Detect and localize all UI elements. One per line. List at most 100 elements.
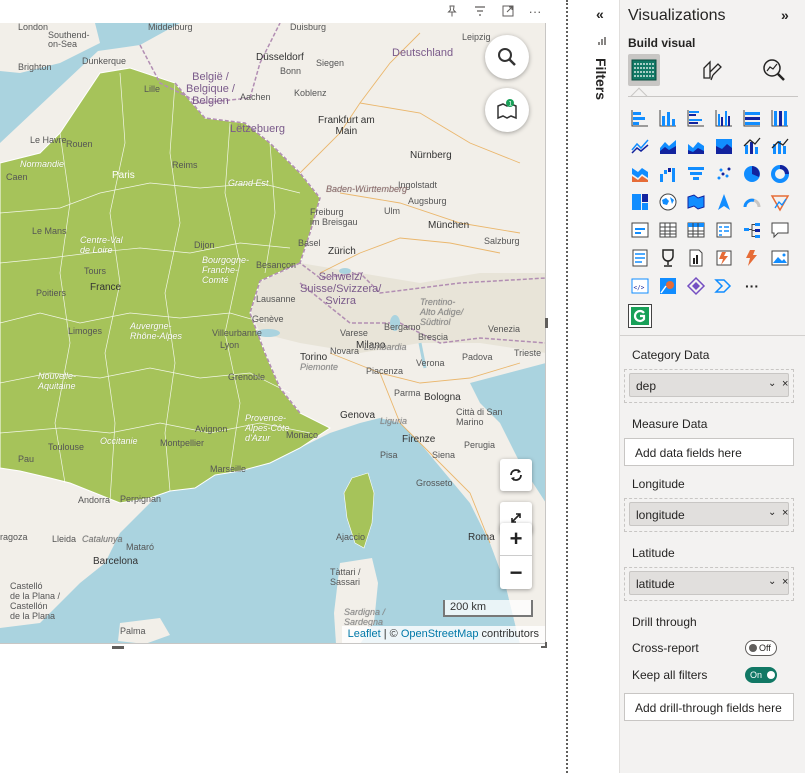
toggle-knob	[749, 644, 757, 652]
100-stacked-column-chart-icon[interactable]	[768, 106, 792, 130]
stacked-column-chart-icon[interactable]	[656, 106, 680, 130]
clustered-column-chart-icon[interactable]	[712, 106, 736, 130]
remove-field-icon[interactable]: ×	[782, 507, 788, 519]
map-label-andorra: Andorra	[78, 495, 111, 505]
map-label-novara: Novara	[330, 346, 360, 356]
map-label-le-mans: Le Mans	[32, 226, 67, 236]
power-automate-icon[interactable]	[740, 246, 764, 270]
leaflet-link[interactable]: Leaflet	[348, 628, 381, 640]
measure-data-title: Measure Data	[632, 417, 708, 431]
line-chart-icon[interactable]	[628, 134, 652, 158]
pie-chart-icon[interactable]	[740, 162, 764, 186]
zoom-out-button[interactable]: −	[500, 556, 532, 589]
slicer-icon[interactable]	[712, 218, 736, 242]
chevron-down-icon[interactable]: ⌄	[768, 378, 776, 389]
field-name: latitude	[636, 577, 675, 591]
treemap-icon[interactable]	[628, 190, 652, 214]
filters-collapse-button[interactable]: «	[596, 6, 604, 22]
key-influencers-icon[interactable]	[656, 246, 680, 270]
remove-field-icon[interactable]: ×	[782, 576, 788, 588]
more-options-icon[interactable]: ···	[526, 2, 544, 20]
html-content-icon[interactable]: </>	[628, 274, 652, 298]
focus-mode-icon[interactable]	[499, 2, 517, 20]
category-data-well[interactable]: dep ⌄ ×	[624, 369, 794, 403]
pin-icon[interactable]	[443, 2, 461, 20]
cross-report-toggle[interactable]: Off	[745, 640, 777, 656]
drill-through-drop-zone[interactable]: Add drill-through fields here	[624, 693, 794, 721]
map-label-deutschland: Deutschland	[392, 47, 454, 59]
map-visual[interactable]: London Southend- on-Sea Brighton Dunkerq…	[0, 23, 546, 644]
mode-divider	[628, 96, 798, 97]
kpi-icon[interactable]	[768, 190, 792, 214]
resize-handle-right[interactable]	[545, 318, 548, 328]
latitude-well[interactable]: latitude ⌄ ×	[624, 567, 794, 601]
waterfall-chart-icon[interactable]	[656, 162, 680, 186]
funnel-chart-icon[interactable]	[684, 162, 708, 186]
map-label-sardegna: Sardigna / Sardegna	[344, 607, 386, 627]
longitude-well[interactable]: longitude ⌄ ×	[624, 498, 794, 532]
build-visual-label: Build visual	[628, 36, 696, 50]
filter-icon[interactable]	[471, 2, 489, 20]
decomposition-tree-icon[interactable]	[740, 218, 764, 242]
zoom-in-button[interactable]: +	[500, 523, 532, 556]
map-label-zaragoza: ragoza	[0, 532, 28, 542]
custom-visual-g-icon[interactable]	[628, 304, 652, 328]
filled-map-icon[interactable]	[684, 190, 708, 214]
analytics-magnifier-icon	[763, 59, 785, 81]
map-label-perpignan: Perpignan	[120, 494, 162, 504]
map-icon[interactable]	[656, 190, 680, 214]
field-pill-longitude[interactable]: longitude ⌄ ×	[629, 502, 789, 526]
remove-field-icon[interactable]: ×	[782, 378, 788, 390]
longitude-title: Longitude	[632, 477, 685, 491]
custom-visual-map-icon[interactable]	[656, 274, 680, 298]
ribbon-chart-icon[interactable]	[628, 162, 652, 186]
chevron-down-icon[interactable]: ⌄	[768, 576, 776, 587]
multi-row-card-icon[interactable]	[628, 246, 652, 270]
stacked-area-chart-icon[interactable]	[684, 134, 708, 158]
donut-chart-icon[interactable]	[768, 162, 792, 186]
map-label-tours: Tours	[84, 266, 107, 276]
tab-analytics[interactable]	[758, 54, 790, 86]
resize-handle-bottom[interactable]	[112, 646, 124, 649]
100-stacked-area-chart-icon[interactable]	[712, 134, 736, 158]
map-reset-button[interactable]	[500, 459, 532, 491]
chevron-down-icon[interactable]: ⌄	[768, 507, 776, 518]
build-visual-icon	[631, 59, 657, 81]
map-label-firenze: Firenze	[402, 434, 436, 445]
image-icon[interactable]	[768, 246, 792, 270]
smart-narrative-icon[interactable]	[712, 274, 736, 298]
power-apps-icon[interactable]	[712, 246, 736, 270]
100-stacked-bar-chart-icon[interactable]	[740, 106, 764, 130]
more-visuals-button[interactable]: ···	[740, 274, 764, 298]
map-label-bergamo: Bergamo	[384, 322, 421, 332]
azure-map-icon[interactable]	[712, 190, 736, 214]
visualizations-pane: Visualizations » Build visual </> ··· Ca…	[620, 0, 805, 773]
area-chart-icon[interactable]	[656, 134, 680, 158]
tab-format-visual[interactable]	[696, 54, 728, 86]
keep-filters-toggle[interactable]: On	[745, 667, 777, 683]
map-search-button[interactable]	[485, 35, 529, 79]
line-stacked-column-chart-icon[interactable]	[768, 134, 792, 158]
custom-visual-diamond-icon[interactable]	[684, 274, 708, 298]
matrix-icon[interactable]	[684, 218, 708, 242]
line-clustered-column-chart-icon[interactable]	[740, 134, 764, 158]
osm-link[interactable]: OpenStreetMap	[401, 628, 479, 640]
field-pill-latitude[interactable]: latitude ⌄ ×	[629, 571, 789, 595]
table-icon[interactable]	[656, 218, 680, 242]
stacked-bar-chart-icon[interactable]	[628, 106, 652, 130]
gauge-icon[interactable]	[740, 190, 764, 214]
map-label-barcelona: Barcelona	[93, 556, 139, 567]
filters-label[interactable]: Filters	[593, 58, 609, 100]
resize-handle-corner[interactable]	[541, 642, 547, 648]
paginated-report-icon[interactable]	[684, 246, 708, 270]
scatter-chart-icon[interactable]	[712, 162, 736, 186]
clustered-bar-chart-icon[interactable]	[684, 106, 708, 130]
tab-build-visual[interactable]	[628, 54, 660, 86]
measure-data-drop-zone[interactable]: Add data fields here	[624, 438, 794, 466]
map-layers-button[interactable]: 1	[485, 88, 529, 132]
card-icon[interactable]	[628, 218, 652, 242]
qna-icon[interactable]	[768, 218, 792, 242]
visualizations-expand-button[interactable]: »	[781, 7, 789, 23]
field-pill-dep[interactable]: dep ⌄ ×	[629, 373, 789, 397]
map-label-dijon: Dijon	[194, 240, 215, 250]
